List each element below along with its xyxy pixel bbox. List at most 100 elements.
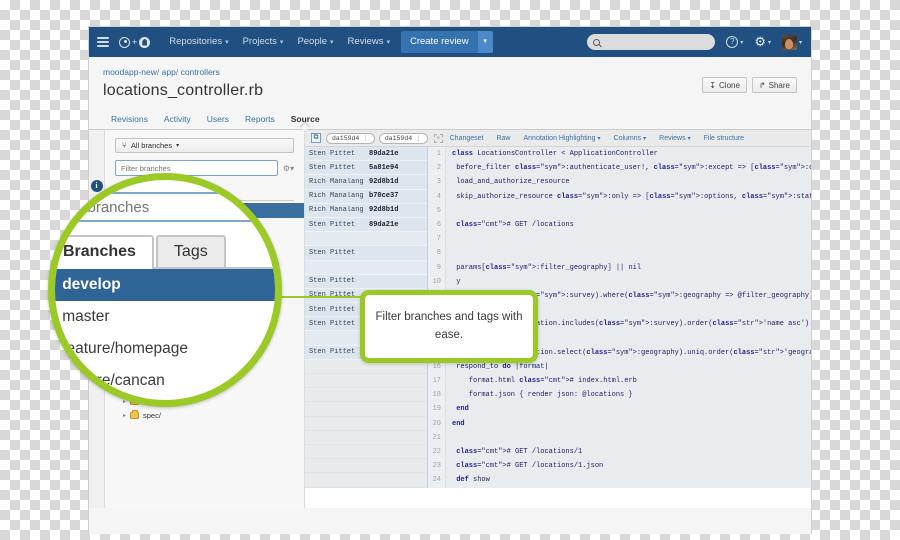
toolbar-link-reviews[interactable]: Reviews ▾ [659, 135, 690, 142]
magnified-tab-branches[interactable]: Branches [55, 235, 154, 269]
blame-row[interactable] [305, 416, 427, 431]
clone-button[interactable]: ↧ Clone [702, 77, 747, 93]
search-input[interactable] [587, 34, 716, 50]
toolbar-link-file-structure[interactable]: File structure [704, 135, 744, 142]
download-icon: ↧ [709, 80, 717, 90]
tab-users[interactable]: Users [199, 110, 237, 129]
gear-icon[interactable]: ⚙▾ [283, 164, 294, 173]
blame-row[interactable] [305, 430, 427, 445]
help-icon[interactable]: ? [726, 36, 739, 48]
magnified-branch-item-develop[interactable]: ⑂ develop [55, 269, 275, 301]
chevron-right-icon[interactable]: ▸ [123, 412, 126, 419]
toolbar-link-columns[interactable]: Columns ▾ [614, 135, 647, 142]
line-number: 1 [436, 150, 441, 158]
blame-row[interactable] [305, 444, 427, 460]
line-number: 18 [432, 391, 441, 400]
add-revision-icon[interactable]: + [433, 133, 443, 143]
blame-row[interactable]: Sten Pittet [305, 275, 427, 289]
line-number: 21 [432, 433, 441, 442]
breadcrumb: moodapp-new/ app/ controllers [103, 67, 797, 77]
magnified-branch-item-feature-homepage[interactable]: ⑂ feature/homepage [48, 333, 275, 365]
breadcrumb-item-repo[interactable]: moodapp-new [103, 67, 157, 77]
toolbar-link-label: Raw [496, 134, 511, 142]
line-number: 9 [436, 263, 441, 272]
magnified-branch-item-feature-cancan[interactable]: ⑂ feature/cancan [55, 365, 275, 397]
revision-menu-icon: ⋮ [415, 134, 422, 142]
nav-item-label: Projects [242, 36, 277, 47]
blame-row[interactable]: Sten Pittet 89da21e [305, 147, 427, 162]
breadcrumb-item-controllers[interactable]: controllers [181, 67, 220, 77]
code-line: end [456, 405, 469, 414]
blame-row[interactable]: Sten Pittet 89da21e [305, 218, 427, 233]
blame-row[interactable] [305, 388, 427, 403]
header-actions: ↧ Clone ↱ Share [697, 77, 797, 93]
nav-item-reviews[interactable]: Reviews ▾ [341, 27, 397, 57]
blame-row[interactable] [305, 374, 427, 389]
tab-source[interactable]: Source [283, 110, 328, 129]
tab-activity[interactable]: Activity [156, 110, 199, 129]
tab-revisions[interactable]: Revisions [103, 110, 156, 129]
toolbar-link-changeset[interactable]: Changeset [450, 135, 484, 142]
blame-row[interactable] [305, 232, 427, 247]
chevron-down-icon: ▾ [740, 39, 744, 46]
source-toolbar: ⧉ da159d4 ⋮ da159d4 ⋮ + Changeset Raw Anno… [305, 130, 811, 147]
blame-revision-sha: 92d8b1d [369, 177, 399, 186]
branch-icon: ⑂ [48, 403, 53, 407]
blame-row[interactable] [305, 260, 427, 275]
nav-item-people[interactable]: People ▾ [290, 27, 340, 57]
blame-row[interactable] [305, 473, 427, 488]
branch-icon: ⑂ [48, 339, 53, 359]
avatar[interactable] [781, 34, 797, 50]
diff-view-icon[interactable]: ⧉ [311, 133, 321, 143]
share-button[interactable]: ↱ Share [751, 77, 797, 93]
blame-row[interactable] [305, 459, 427, 474]
magnified-tab-tags[interactable]: Tags [155, 235, 226, 267]
create-review-button[interactable]: Create review [400, 31, 478, 53]
chevron-down-icon: ▾ [386, 39, 390, 46]
hamburger-icon[interactable] [97, 35, 109, 50]
branch-item-label: master [62, 308, 110, 325]
tab-reports[interactable]: Reports [237, 110, 283, 129]
all-branches-button[interactable]: ⑂ All branches ▾ [115, 138, 294, 153]
blame-row[interactable]: Rich Manalang 92d8b1d [305, 175, 427, 190]
line-number: 22 [432, 447, 441, 456]
breadcrumb-item-app[interactable]: app [162, 67, 176, 77]
tree-item-label: spec/ [143, 410, 161, 420]
code-line: format.html class="cmt"># index.html.erb [452, 377, 637, 385]
line-number: 5 [436, 206, 441, 215]
filter-branches-input[interactable] [115, 160, 278, 176]
blame-row[interactable]: Rich Manalang 92d8b1d [305, 204, 427, 218]
blame-row[interactable]: Sten Pittet [305, 246, 427, 261]
crucible-fisheye-logo-icon[interactable]: + [119, 36, 151, 48]
all-branches-label: All branches [130, 141, 173, 150]
code-line: load_and_authorize_resource [452, 178, 570, 187]
line-number: 24 [432, 476, 441, 485]
revision-pill-right[interactable]: da159d4 ⋮ [378, 132, 428, 144]
toolbar-link-annotation-highlighting[interactable]: Annotation Highlighting ▾ [524, 135, 601, 142]
blame-row[interactable] [305, 402, 427, 417]
create-review-dropdown-arrow[interactable]: ▾ [477, 31, 493, 53]
revision-pill-left[interactable]: da159d4 ⋮ [326, 132, 375, 144]
code-line: end [452, 419, 465, 428]
blame-row[interactable]: Rich Manalang b70ce37 [305, 190, 427, 204]
gear-icon[interactable]: ⚙ [754, 35, 766, 48]
nav-item-projects[interactable]: Projects ▾ [236, 27, 291, 57]
branch-item-label: develop [62, 276, 121, 293]
branch-icon: ⑂ [48, 307, 53, 327]
toolbar-link-raw[interactable]: Raw [496, 135, 510, 142]
nav-item-repositories[interactable]: Repositories ▾ [162, 27, 235, 57]
line-number: 3 [436, 178, 441, 187]
folder-icon [130, 410, 140, 419]
magnified-filter-branches-input[interactable] [55, 192, 275, 222]
code-line: class="cmt"># GET /locations/1 [456, 447, 583, 456]
nav-item-label: Repositories [169, 36, 223, 47]
magnifier-content: ⚙▾ Branches Tags ⑂ develop ⑂ master ⑂ fe… [48, 180, 275, 407]
clone-button-label: Clone [719, 80, 740, 90]
blame-row[interactable]: Sten Pittet 5a81e94 [305, 161, 427, 176]
code-line: skip_authorize_resource class="sym">:onl… [452, 192, 811, 201]
magnified-branch-item-master[interactable]: ⑂ master [48, 301, 275, 333]
branch-item-label: feature/homepage [62, 340, 189, 357]
breadcrumb-separator: / [175, 67, 179, 77]
tree-item-spec[interactable]: ▸ spec/ [105, 408, 304, 422]
